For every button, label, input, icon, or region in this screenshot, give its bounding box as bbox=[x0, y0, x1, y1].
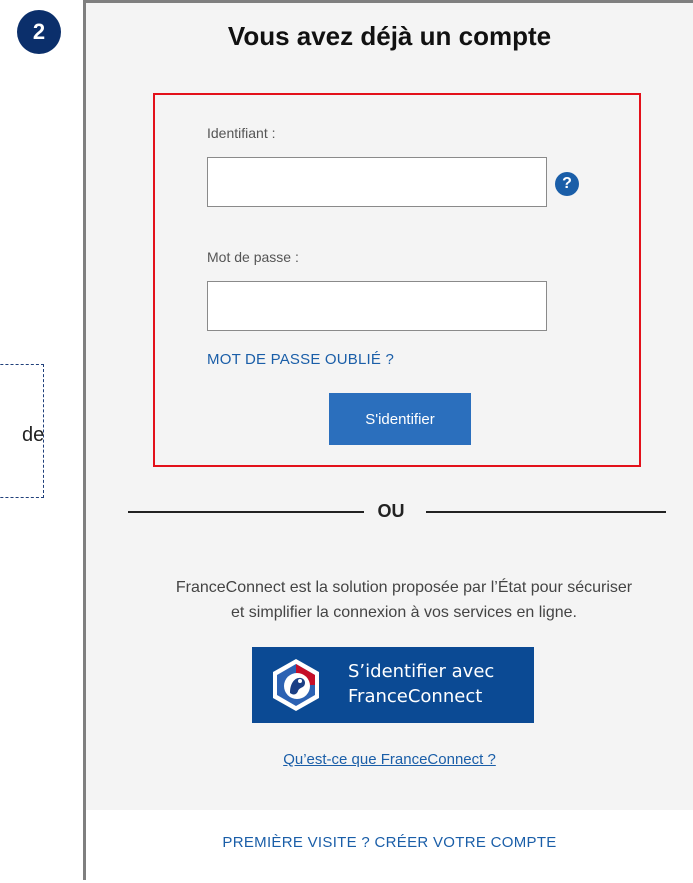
franceconnect-description-line1: FranceConnect est la solution proposée p… bbox=[175, 579, 633, 596]
forgot-password-link[interactable]: MOT DE PASSE OUBLIÉ ? bbox=[207, 351, 394, 368]
login-panel: Vous avez déjà un compte Identifiant : ?… bbox=[83, 0, 693, 883]
divider-line-left bbox=[128, 511, 364, 513]
create-account-link[interactable]: PREMIÈRE VISITE ? CRÉER VOTRE COMPTE bbox=[86, 834, 693, 851]
franceconnect-description: FranceConnect est la solution proposée p… bbox=[104, 575, 693, 625]
password-field[interactable] bbox=[207, 281, 547, 331]
password-label: Mot de passe : bbox=[207, 249, 299, 265]
franceconnect-button-line2: FranceConnect bbox=[348, 686, 483, 707]
login-button[interactable]: S'identifier bbox=[329, 393, 471, 445]
username-field[interactable] bbox=[207, 157, 547, 207]
franceconnect-button-line1: S’identifier avec bbox=[348, 661, 495, 682]
step-number-badge: 2 bbox=[17, 10, 61, 54]
franceconnect-logo-icon bbox=[273, 659, 319, 711]
divider-line-right bbox=[426, 511, 666, 513]
franceconnect-button-label: S’identifier avec FranceConnect bbox=[348, 659, 494, 709]
franceconnect-description-line2: et simplifier la connexion à vos service… bbox=[231, 604, 577, 621]
register-section: PREMIÈRE VISITE ? CRÉER VOTRE COMPTE bbox=[86, 810, 693, 883]
franceconnect-login-button[interactable]: S’identifier avec FranceConnect bbox=[252, 647, 534, 723]
page-title: Vous avez déjà un compte bbox=[227, 21, 552, 51]
question-circle-icon[interactable]: ? bbox=[555, 172, 579, 196]
franceconnect-info-link[interactable]: Qu’est-ce que FranceConnect ? bbox=[86, 751, 693, 768]
login-form-highlight: Identifiant : ? Mot de passe : MOT DE PA… bbox=[153, 93, 641, 467]
side-note-text: de bbox=[22, 424, 45, 446]
divider-or-label: OU bbox=[377, 501, 405, 521]
username-label: Identifiant : bbox=[207, 125, 276, 141]
